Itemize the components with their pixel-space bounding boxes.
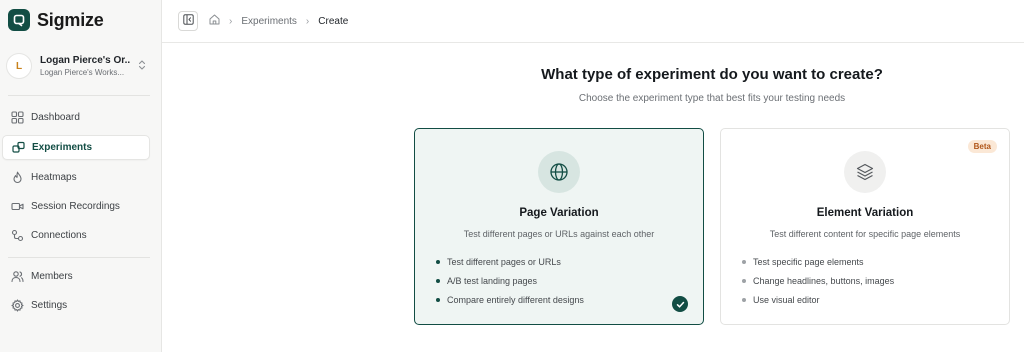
list-item: Use visual editor [742, 290, 894, 309]
bullet-icon [742, 259, 746, 264]
feature-list: Test specific page elements Change headl… [742, 252, 894, 309]
bullet-icon [436, 278, 440, 283]
bullet-icon [742, 278, 746, 283]
chevron-right-icon: › [305, 15, 310, 27]
experiment-icon [11, 141, 25, 155]
check-icon [672, 296, 688, 312]
video-icon [10, 200, 24, 214]
workspace-switcher[interactable]: L Logan Pierce's Or... Logan Pierce's Wo… [6, 50, 152, 82]
sidebar-item-label: Members [31, 271, 73, 282]
list-item: Test different pages or URLs [436, 252, 584, 271]
page-subtitle: Choose the experiment type that best fit… [578, 93, 846, 104]
gear-icon [10, 299, 24, 313]
sidebar-item-heatmaps[interactable]: Heatmaps [2, 165, 150, 190]
beta-badge: Beta [967, 140, 997, 153]
brand[interactable]: Sigmize [8, 9, 104, 31]
home-icon[interactable] [209, 14, 220, 28]
brand-logo-icon [8, 9, 30, 31]
sidebar-item-connections[interactable]: Connections [2, 223, 150, 248]
card-description: Test different pages or URLs against eac… [463, 229, 655, 239]
connections-icon [10, 229, 24, 243]
bullet-icon [742, 297, 746, 302]
feature-text: A/B test landing pages [447, 275, 538, 286]
sidebar-divider [8, 257, 150, 258]
feature-list: Test different pages or URLs A/B test la… [436, 252, 584, 309]
sidebar-item-members[interactable]: Members [2, 264, 150, 289]
experiment-type-card-page-variation[interactable]: Page Variation Test different pages or U… [414, 128, 704, 325]
users-icon [10, 270, 24, 284]
chevron-up-down-icon [138, 59, 146, 72]
sidebar-item-session-recordings[interactable]: Session Recordings [2, 194, 150, 219]
sidebar-toggle-button[interactable] [178, 11, 198, 31]
list-item: Change headlines, buttons, images [742, 271, 894, 290]
workspace-avatar: L [6, 53, 32, 79]
card-title: Page Variation [519, 207, 599, 219]
list-item: Compare entirely different designs [436, 290, 584, 309]
chevron-right-icon: › [229, 15, 233, 27]
layers-icon [844, 151, 886, 193]
breadcrumb-item-current: Create [318, 15, 349, 27]
feature-text: Change headlines, buttons, images [753, 275, 895, 286]
brand-name: Sigmize [37, 9, 104, 30]
card-description: Test different content for specific page… [769, 229, 961, 239]
sidebar-item-label: Connections [31, 230, 87, 241]
topbar: › Experiments › Create [162, 0, 1024, 43]
globe-icon [538, 151, 580, 193]
sidebar-item-label: Settings [31, 300, 68, 311]
workspace-subtitle: Logan Pierce's Works... [40, 68, 125, 77]
sidebar-item-experiments[interactable]: Experiments [2, 135, 150, 160]
workspace-name: Logan Pierce's Or... [40, 55, 130, 66]
feature-text: Use visual editor [753, 294, 820, 305]
sidebar-item-label: Dashboard [31, 112, 80, 123]
card-title: Element Variation [816, 207, 914, 219]
breadcrumb: › Experiments › Create [209, 14, 348, 28]
feature-text: Test specific page elements [753, 256, 864, 267]
sidebar-item-label: Experiments [32, 142, 93, 153]
sidebar-toggle-icon [182, 12, 194, 30]
sidebar-item-dashboard[interactable]: Dashboard [2, 105, 150, 130]
sidebar-item-label: Heatmaps [31, 172, 77, 183]
breadcrumb-item-experiments[interactable]: Experiments [241, 16, 297, 27]
sidebar-divider [8, 95, 150, 96]
grid-icon [10, 111, 24, 125]
feature-text: Compare entirely different designs [447, 294, 584, 305]
sidebar-item-label: Session Recordings [31, 201, 120, 212]
list-item: A/B test landing pages [436, 271, 584, 290]
bullet-icon [436, 297, 440, 302]
flame-icon [10, 171, 24, 185]
experiment-type-card-element-variation[interactable]: Beta Element Variation Test different co… [720, 128, 1010, 325]
sidebar: Sigmize L Logan Pierce's Or... Logan Pie… [0, 0, 162, 352]
page-title: What type of experiment do you want to c… [541, 66, 883, 83]
bullet-icon [436, 259, 440, 264]
list-item: Test specific page elements [742, 252, 894, 271]
sidebar-item-settings[interactable]: Settings [2, 293, 150, 318]
feature-text: Test different pages or URLs [447, 256, 561, 267]
